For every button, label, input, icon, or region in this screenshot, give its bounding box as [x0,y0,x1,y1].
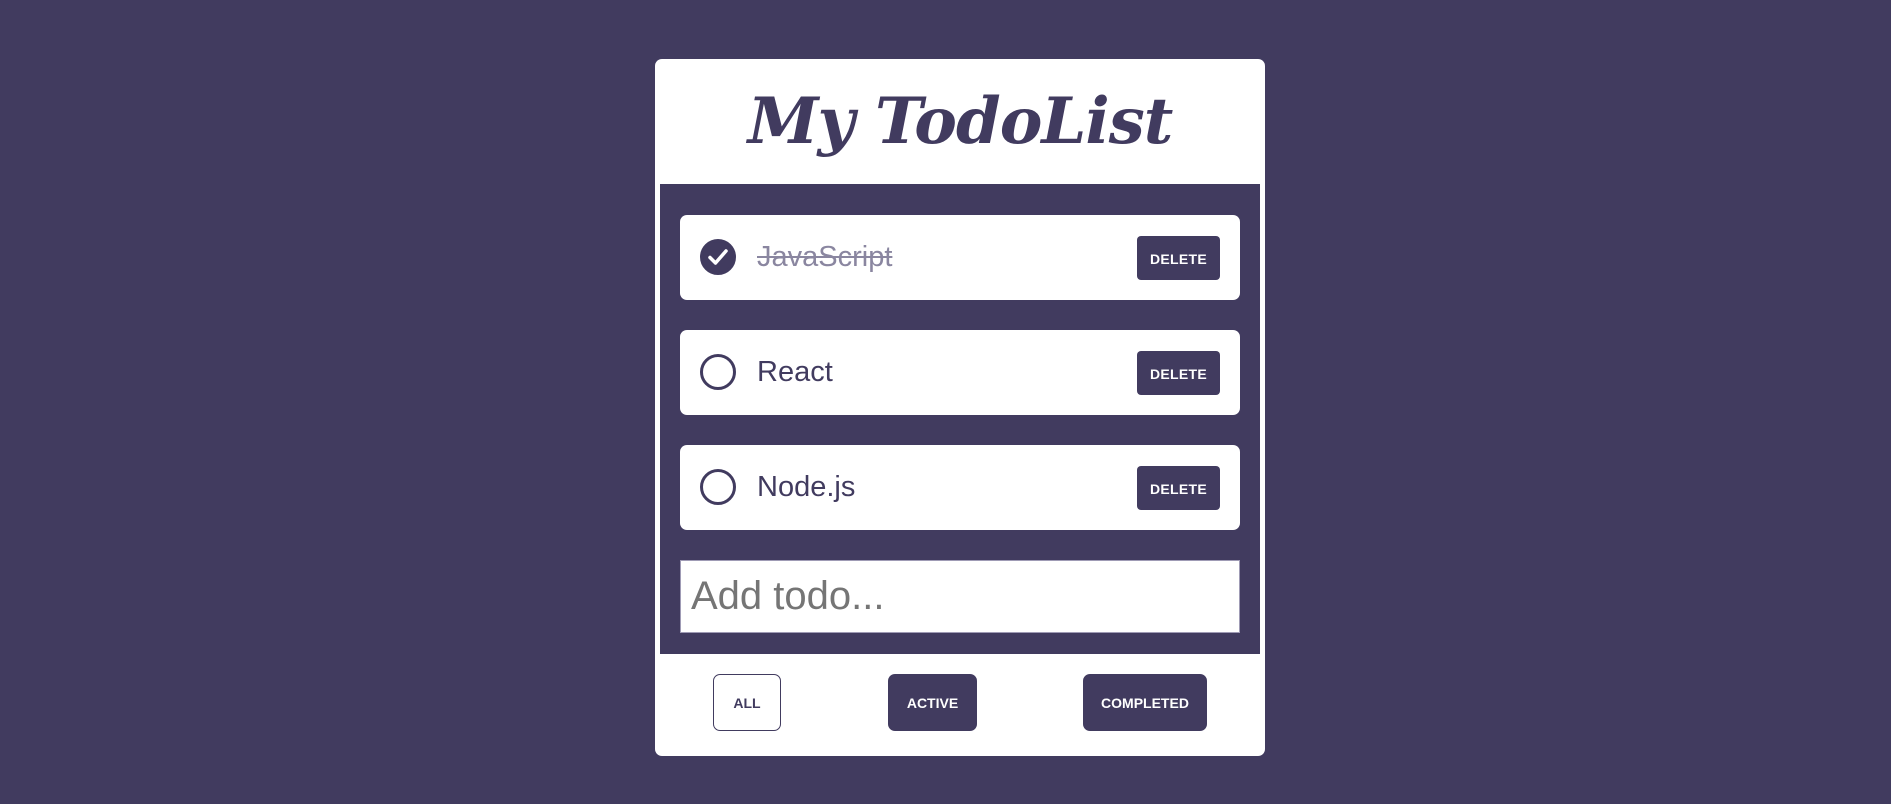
todo-item: Node.js DELETE [680,445,1240,530]
add-todo-input[interactable] [680,560,1240,633]
circle-icon[interactable] [700,469,736,505]
filter-completed-button[interactable]: COMPLETED [1083,674,1207,731]
todo-list: JavaScript DELETE React DELETE Node.js D… [660,184,1260,654]
todo-text: React [757,356,833,388]
todo-item: React DELETE [680,330,1240,415]
circle-icon[interactable] [700,354,736,390]
todo-item: JavaScript DELETE [680,215,1240,300]
delete-button[interactable]: DELETE [1137,236,1220,280]
todo-text: JavaScript [757,241,893,273]
filter-all-button[interactable]: ALL [713,674,781,731]
delete-button[interactable]: DELETE [1137,466,1220,510]
check-circle-icon[interactable] [700,239,736,275]
todo-text: Node.js [757,471,856,503]
delete-button[interactable]: DELETE [1137,351,1220,395]
filter-active-button[interactable]: ACTIVE [888,674,977,731]
todo-card: My TodoList JavaScript DELETE React DELE… [655,59,1265,756]
app-title: My TodoList [747,84,1174,159]
